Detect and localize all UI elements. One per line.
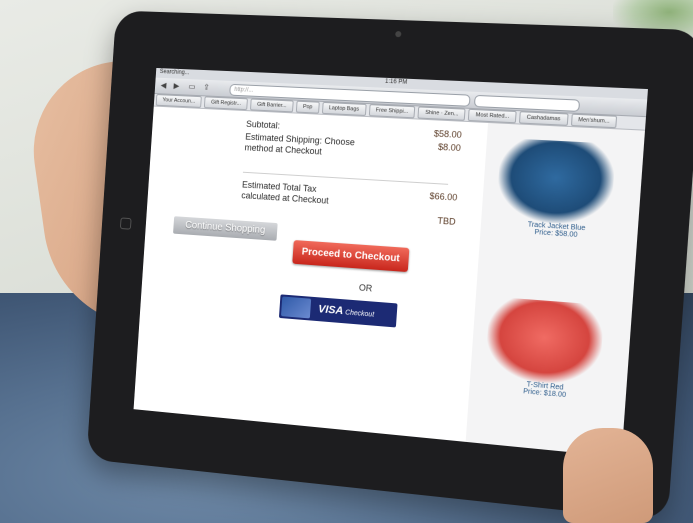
cart-page: Subtotal: $58.00 Estimated Shipping: Cho… (134, 107, 645, 458)
visa-card-icon (280, 296, 312, 319)
product-sidebar: Track Jacket Blue Price: $58.00 T-Shirt … (465, 122, 645, 458)
product-card[interactable]: Track Jacket Blue Price: $58.00 (489, 137, 632, 242)
bookmark-item[interactable]: Free Shippi... (368, 104, 416, 119)
search-field[interactable] (473, 94, 581, 112)
subtotal-value: $58.00 (433, 128, 463, 140)
photo-background: Searching... 1:16 PM ◀ ▶ ▭ ⇪ http://... … (0, 0, 693, 523)
bookmark-item[interactable]: Gift Registr... (204, 96, 249, 111)
visa-logo-text: VISA (317, 303, 344, 318)
or-separator: OR (358, 282, 373, 294)
bookmarks-icon[interactable]: ▭ (188, 82, 196, 91)
order-summary: Subtotal: $58.00 Estimated Shipping: Cho… (244, 119, 462, 167)
bookmark-item[interactable]: Your Accoun... (155, 94, 203, 108)
bookmark-item[interactable]: Men'shum... (570, 113, 618, 129)
back-icon[interactable]: ◀ (160, 81, 166, 90)
shipping-value: $8.00 (437, 141, 462, 154)
bookmark-item[interactable]: Most Rated... (468, 108, 517, 124)
total-value: $66.00 (429, 190, 458, 203)
forward-icon[interactable]: ▶ (173, 81, 179, 90)
carrier-text: Searching... (159, 69, 190, 77)
jacket-image[interactable] (495, 137, 617, 227)
share-icon[interactable]: ⇪ (203, 83, 210, 92)
order-total: Estimated Total Tax calculated at Checko… (240, 180, 458, 229)
continue-shopping-button[interactable]: Continue Shopping (173, 216, 278, 241)
home-button[interactable] (119, 217, 132, 230)
clock-text: 1:16 PM (384, 78, 408, 86)
tshirt-image[interactable] (484, 296, 605, 388)
tax-value: TBD (437, 215, 456, 227)
bookmark-item[interactable]: Gift Barrier... (250, 98, 294, 113)
bookmark-item[interactable]: Laptop Bags (321, 101, 367, 116)
right-hand (563, 428, 653, 523)
bookmark-item[interactable]: Shine · Zen... (417, 106, 466, 121)
bookmark-item[interactable]: Pop (295, 100, 320, 114)
camera-icon (395, 31, 402, 38)
visa-checkout-button[interactable]: VISA Checkout (278, 294, 398, 328)
tablet-screen: Searching... 1:16 PM ◀ ▶ ▭ ⇪ http://... … (133, 67, 648, 458)
bookmark-item[interactable]: Cashadamas (519, 111, 569, 126)
visa-checkout-text: Checkout (344, 308, 375, 319)
product-card[interactable]: T-Shirt Red Price: $18.00 (477, 296, 619, 403)
shipping-label: Estimated Shipping: Choose method at Che… (244, 131, 356, 157)
proceed-to-checkout-button[interactable]: Proceed to Checkout (292, 240, 410, 273)
